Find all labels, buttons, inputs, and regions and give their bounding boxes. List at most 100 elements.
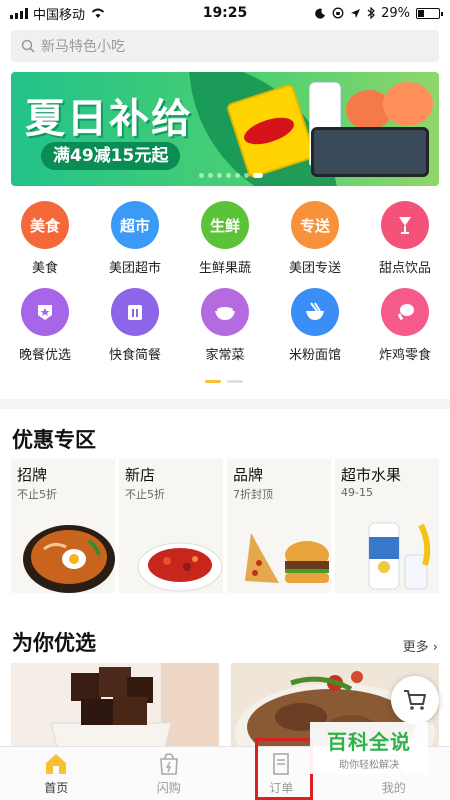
promo-card-brand[interactable]: 品牌 7折封顶 <box>227 459 331 593</box>
fastfood-icon <box>111 288 159 336</box>
status-bar: 中国移动 19:25 29% <box>0 0 450 26</box>
dinner-icon <box>21 288 69 336</box>
location-icon <box>351 8 361 18</box>
search-input[interactable]: 新马特色小吃 <box>11 30 439 62</box>
promo-section-title: 优惠专区 <box>12 428 96 452</box>
search-icon <box>21 39 35 53</box>
signal-icon <box>10 7 28 19</box>
promo-card-sub: 不止5折 <box>17 488 57 501</box>
page-dot-active <box>205 380 221 383</box>
food-icon: 美食 <box>21 201 69 249</box>
promo-card-fruit[interactable]: 超市水果 49-15 <box>335 459 439 593</box>
homecook-icon <box>201 288 249 336</box>
banner-dot <box>226 173 231 178</box>
battery-icon <box>416 7 443 19</box>
ramen-bowl-image <box>23 525 115 593</box>
category-produce[interactable]: 生鲜 生鲜果蔬 <box>180 201 270 276</box>
category-label: 家常菜 <box>205 348 245 363</box>
delivery-icon: 专送 <box>291 201 339 249</box>
banner-dot <box>235 173 240 178</box>
chicken-icon <box>381 288 429 336</box>
category-homecook[interactable]: 家常菜 <box>180 288 270 363</box>
category-badge: 专送 <box>299 216 330 235</box>
peach-image-2 <box>383 82 433 126</box>
tab-label: 我的 <box>381 780 406 795</box>
banner-dot <box>217 173 222 178</box>
category-badge: 超市 <box>119 216 150 235</box>
banner-tag: 满49减15元起 <box>41 142 181 170</box>
promo-card-sub: 7折封顶 <box>233 488 273 501</box>
tab-label: 订单 <box>269 780 294 795</box>
category-food[interactable]: 美食 美食 <box>0 201 90 276</box>
category-badge: 美食 <box>29 216 60 235</box>
category-label: 晚餐优选 <box>18 348 71 363</box>
carrier-label: 中国移动 <box>33 7 86 23</box>
category-delivery[interactable]: 专送 美团专送 <box>270 201 360 276</box>
category-grid: 美食 美食 超市 美团超市 生鲜 生鲜果蔬 专送 美团专送 甜点饮品 晚餐优选 快食简餐 家常菜 米粉面… <box>0 201 450 363</box>
promo-card-title: 超市水果 <box>341 466 402 484</box>
promo-card-new-store[interactable]: 新店 不止5折 <box>119 459 223 593</box>
more-link[interactable]: 更多 › <box>403 636 438 655</box>
category-drink[interactable]: 甜点饮品 <box>360 201 450 276</box>
promo-card-sub: 49-15 <box>341 486 373 499</box>
tab-flash-buy[interactable]: 闪购 <box>113 747 226 800</box>
promo-card-title: 新店 <box>125 466 156 484</box>
category-label: 炸鸡零食 <box>378 348 431 363</box>
category-chicken[interactable]: 炸鸡零食 <box>360 288 450 363</box>
category-label: 快食简餐 <box>108 348 161 363</box>
home-icon <box>46 753 67 774</box>
flash-bag-icon <box>159 752 178 775</box>
banner-dot-active <box>253 173 263 178</box>
category-pagination <box>205 380 243 383</box>
category-fastfood[interactable]: 快食简餐 <box>90 288 180 363</box>
banner-dot <box>199 173 204 178</box>
yogurt-fruit-image <box>368 522 431 590</box>
page-dot <box>227 380 243 383</box>
phone-game-image <box>311 127 429 177</box>
supermarket-icon: 超市 <box>111 201 159 249</box>
section-divider <box>0 399 450 409</box>
category-dinner[interactable]: 晚餐优选 <box>0 288 90 363</box>
noodle-icon <box>291 288 339 336</box>
cart-icon <box>404 690 426 710</box>
banner-dot <box>208 173 213 178</box>
search-placeholder: 新马特色小吃 <box>41 39 125 55</box>
watermark-main: 百科全说 <box>327 729 411 754</box>
promo-card-sub: 不止5折 <box>125 488 165 501</box>
cart-button[interactable] <box>391 676 439 724</box>
promo-card-signature[interactable]: 招牌 不止5折 <box>11 459 115 593</box>
bluetooth-icon <box>367 7 375 19</box>
moon-icon <box>315 8 326 19</box>
category-supermarket[interactable]: 超市 美团超市 <box>90 201 180 276</box>
spicy-dish-image <box>137 542 223 592</box>
category-label: 美食 <box>31 261 58 276</box>
promo-card-title: 招牌 <box>17 466 48 484</box>
category-label: 美团专送 <box>288 261 341 276</box>
watermark-logo: 百科全说 助你轻松解决 <box>310 722 428 774</box>
banner-dot <box>244 173 249 178</box>
picks-section-title: 为你优选 <box>12 631 96 655</box>
watermark-sub: 助你轻松解决 <box>339 759 399 771</box>
wifi-icon <box>91 8 105 18</box>
clock: 19:25 <box>202 5 248 21</box>
promo-banner[interactable]: 夏日补给 满49减15元起 <box>11 72 439 186</box>
tab-home[interactable]: 首页 <box>0 747 113 800</box>
category-label: 甜点饮品 <box>378 261 431 276</box>
lock-rotation-icon <box>332 7 344 19</box>
produce-icon: 生鲜 <box>201 201 249 249</box>
category-noodle[interactable]: 米粉面馆 <box>270 288 360 363</box>
promo-card-title: 品牌 <box>233 466 264 484</box>
tab-label: 首页 <box>44 780 69 795</box>
category-label: 生鲜果蔬 <box>198 261 251 276</box>
banner-title: 夏日补给 <box>25 96 193 142</box>
category-label: 米粉面馆 <box>288 348 341 363</box>
pizza-burger-image <box>245 533 329 583</box>
category-label: 美团超市 <box>108 261 161 276</box>
promo-cards: 招牌 不止5折 新店 不止5折 品牌 7折封顶 超市水果 49-15 <box>11 459 439 593</box>
drink-icon <box>381 201 429 249</box>
tab-label: 闪购 <box>156 780 181 795</box>
banner-pagination <box>199 173 263 178</box>
category-badge: 生鲜 <box>209 216 240 235</box>
order-icon <box>273 752 290 775</box>
battery-percent: 29% <box>381 5 410 21</box>
